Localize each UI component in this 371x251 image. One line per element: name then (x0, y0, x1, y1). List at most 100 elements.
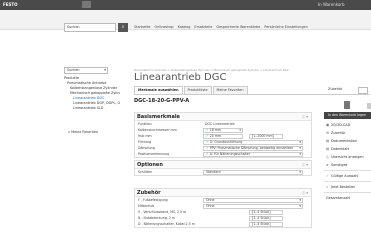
section-title: Zubehör (137, 190, 161, 196)
add-to-basket-button[interactable]: In den Warenkorb legen (324, 112, 371, 119)
link-label: Jetzt Bestellen (331, 185, 356, 189)
section-title: Optionen (137, 162, 163, 168)
feature-value: PPV: Pneumatische Dämpfung, beidseitig e… (209, 145, 294, 150)
accessories-section: Zubehör ⓘ ▾ F - Fußbefestigung Ohne ▾ Mit… (134, 188, 312, 228)
check-icon: ✓ (206, 127, 209, 132)
action-datasheet[interactable]: ▤ Datenblatt (324, 145, 371, 153)
section-header: Zubehör ⓘ ▾ (135, 189, 311, 197)
accessory-value: [1..4 Stück] (252, 215, 271, 220)
action-label: Zubehör (331, 131, 346, 135)
language-selector[interactable] (82, 1, 91, 8)
accessory-label: D - Näherungsschalter, Kabel 2,5 m (138, 222, 195, 226)
quantity-input[interactable]: [1..4 Stück] (249, 215, 283, 221)
tab-select-features[interactable]: Merkmale auswählen (134, 86, 183, 94)
section-header: Basismerkmale ⓘ ▾ (135, 113, 311, 121)
accessory-value: [1..4 Stück] (252, 209, 271, 214)
action-label: 2D/3D-CAD (331, 123, 351, 127)
divider (324, 181, 371, 182)
feature-value: G: Grundausführung (209, 139, 243, 144)
tab-bar: Merkmale auswählen Produktliste Meine Fa… (134, 86, 249, 94)
check-icon: ✓ (206, 145, 209, 150)
foot-mount-select[interactable]: Ohne ▾ (203, 197, 303, 203)
options-section: Optionen ⓘ ▾ Schlitten Standard ▾ (134, 160, 312, 176)
accessories-label: Zubehör (328, 87, 343, 91)
action-other[interactable]: ➤ Sonstiges (324, 161, 371, 169)
feature-value: 20 mm (209, 133, 221, 138)
slide-select[interactable]: Standard ▾ (203, 169, 303, 175)
section-title: Basismerkmale (137, 114, 180, 120)
search-button[interactable]: ⌕ (118, 23, 128, 32)
action-accessories[interactable]: ⚙ Zubehör (324, 129, 371, 137)
quantity-input[interactable]: [1..4 Stück] (249, 221, 283, 227)
section-header: Optionen ⓘ ▾ (135, 161, 311, 169)
favorites-link[interactable]: » Meine Favoriten (68, 130, 98, 134)
tab-product-list[interactable]: Produktliste (183, 86, 212, 94)
sidebar-select[interactable]: Suchen ▾ (64, 67, 108, 74)
action-label: Sonstiges (331, 163, 348, 167)
feature-value: Standard (206, 169, 221, 174)
section-tools-icon[interactable]: ⓘ ▾ (302, 162, 308, 168)
top-header-bar (0, 0, 371, 10)
nav-home[interactable]: Startseite (134, 23, 151, 32)
range-text: [1..2000 mm] (252, 133, 274, 138)
tab-favorites[interactable]: Meine Favoriten (212, 86, 248, 94)
nav-onlineshop[interactable]: Onlineshop (155, 23, 174, 32)
mid-stroke-select[interactable]: Ohne ▾ (203, 203, 303, 209)
feature-label: Positionserkennung (138, 152, 170, 156)
nav-catalog[interactable]: Katalog (178, 23, 191, 32)
chevron-down-icon: ▾ (299, 203, 301, 208)
divider (324, 170, 371, 171)
feature-row: Positionserkennung ✓ A: Für Näherungssch… (135, 151, 311, 157)
collapse-handle[interactable] (344, 101, 350, 109)
scrollbar[interactable] (367, 103, 371, 109)
basket-link[interactable]: In Warenkorb (318, 1, 345, 9)
action-label: Übersicht anzeigen (331, 155, 364, 159)
accessory-row: D - Näherungsschalter, Kabel 2,5 m [1..4… (135, 221, 311, 227)
chevron-down-icon: ▾ (299, 145, 301, 150)
cushioning-select[interactable]: ✓ PPV: Pneumatische Dämpfung, beidseitig… (203, 145, 303, 151)
product-tree: Produkte Pneumatische Antriebe Kolbensta… (64, 76, 120, 111)
top-navigation: Startseite Onlineshop Katalog Ersatzteil… (134, 23, 308, 32)
action-overview[interactable]: ⎙ Übersicht anzeigen (324, 153, 371, 161)
nav-saved-baskets[interactable]: Gespeicherte Warenkörbe (216, 23, 260, 32)
feature-value: A: Für Näherungsschalter (209, 151, 251, 156)
quantity-input[interactable]: [1..4 Stück] (249, 209, 283, 215)
chevron-down-icon: ▾ (299, 169, 301, 174)
tab-divider (134, 94, 370, 95)
position-sensing-select[interactable]: ✓ A: Für Näherungsschalter ▾ (203, 151, 303, 157)
page: FESTO In Warenkorb Suchen ⌕ Startseite O… (0, 0, 371, 251)
order-now-link[interactable]: » Jetzt Bestellen (324, 183, 371, 191)
search-input[interactable]: Suchen (64, 23, 116, 32)
chevron-down-icon: ▾ (104, 68, 106, 72)
action-list: ▣ 2D/3D-CAD ⚙ Zubehör ▤ Dokumentation ▤ Date… (324, 121, 371, 202)
sidebar-select-value: Suchen (67, 68, 80, 72)
stroke-range: [1..2000 mm] (249, 133, 283, 139)
feature-row: Schlitten Standard ▾ (135, 169, 311, 175)
accessory-value: Ohne (206, 197, 215, 202)
status-label: Gültige Auswahl (331, 174, 359, 178)
nav-settings[interactable]: Persönliche Einstellungen (264, 23, 307, 32)
bore-select[interactable]: ✓ 18 mm ▾ (203, 127, 243, 133)
divider (324, 192, 371, 193)
chevron-down-icon: ▾ (299, 151, 301, 156)
favorites-label: Meine Favoriten (71, 130, 99, 134)
section-tools-icon[interactable]: ⓘ ▾ (302, 114, 308, 120)
accessory-value: [1..4 Stück] (252, 221, 271, 226)
check-icon: ✓ (206, 139, 209, 144)
action-cad[interactable]: ▣ 2D/3D-CAD (324, 121, 371, 129)
chevron-down-icon: ▾ (299, 197, 301, 202)
action-documentation[interactable]: ▤ Dokumentation (324, 137, 371, 145)
search-icon: ⌕ (121, 24, 125, 30)
festo-logo[interactable]: FESTO (3, 1, 17, 9)
action-label: Dokumentation (331, 139, 358, 143)
check-icon: ✓ (206, 151, 209, 156)
nav-spare-parts[interactable]: Ersatzteile (194, 23, 212, 32)
section-tools-icon[interactable]: ⓘ ▾ (302, 190, 308, 196)
feature-label: Schlitten (138, 170, 153, 174)
stroke-input[interactable]: ✓ 20 mm (203, 133, 243, 139)
guide-select[interactable]: ✓ G: Grundausführung ▾ (203, 139, 303, 145)
basic-features-section: Basismerkmale ⓘ ▾ Funktion DGC Linearant… (134, 112, 312, 158)
tree-item[interactable]: Linearantrieb SLG (64, 106, 120, 111)
accessories-select[interactable] (358, 87, 368, 94)
check-icon: ✓ (206, 133, 209, 138)
